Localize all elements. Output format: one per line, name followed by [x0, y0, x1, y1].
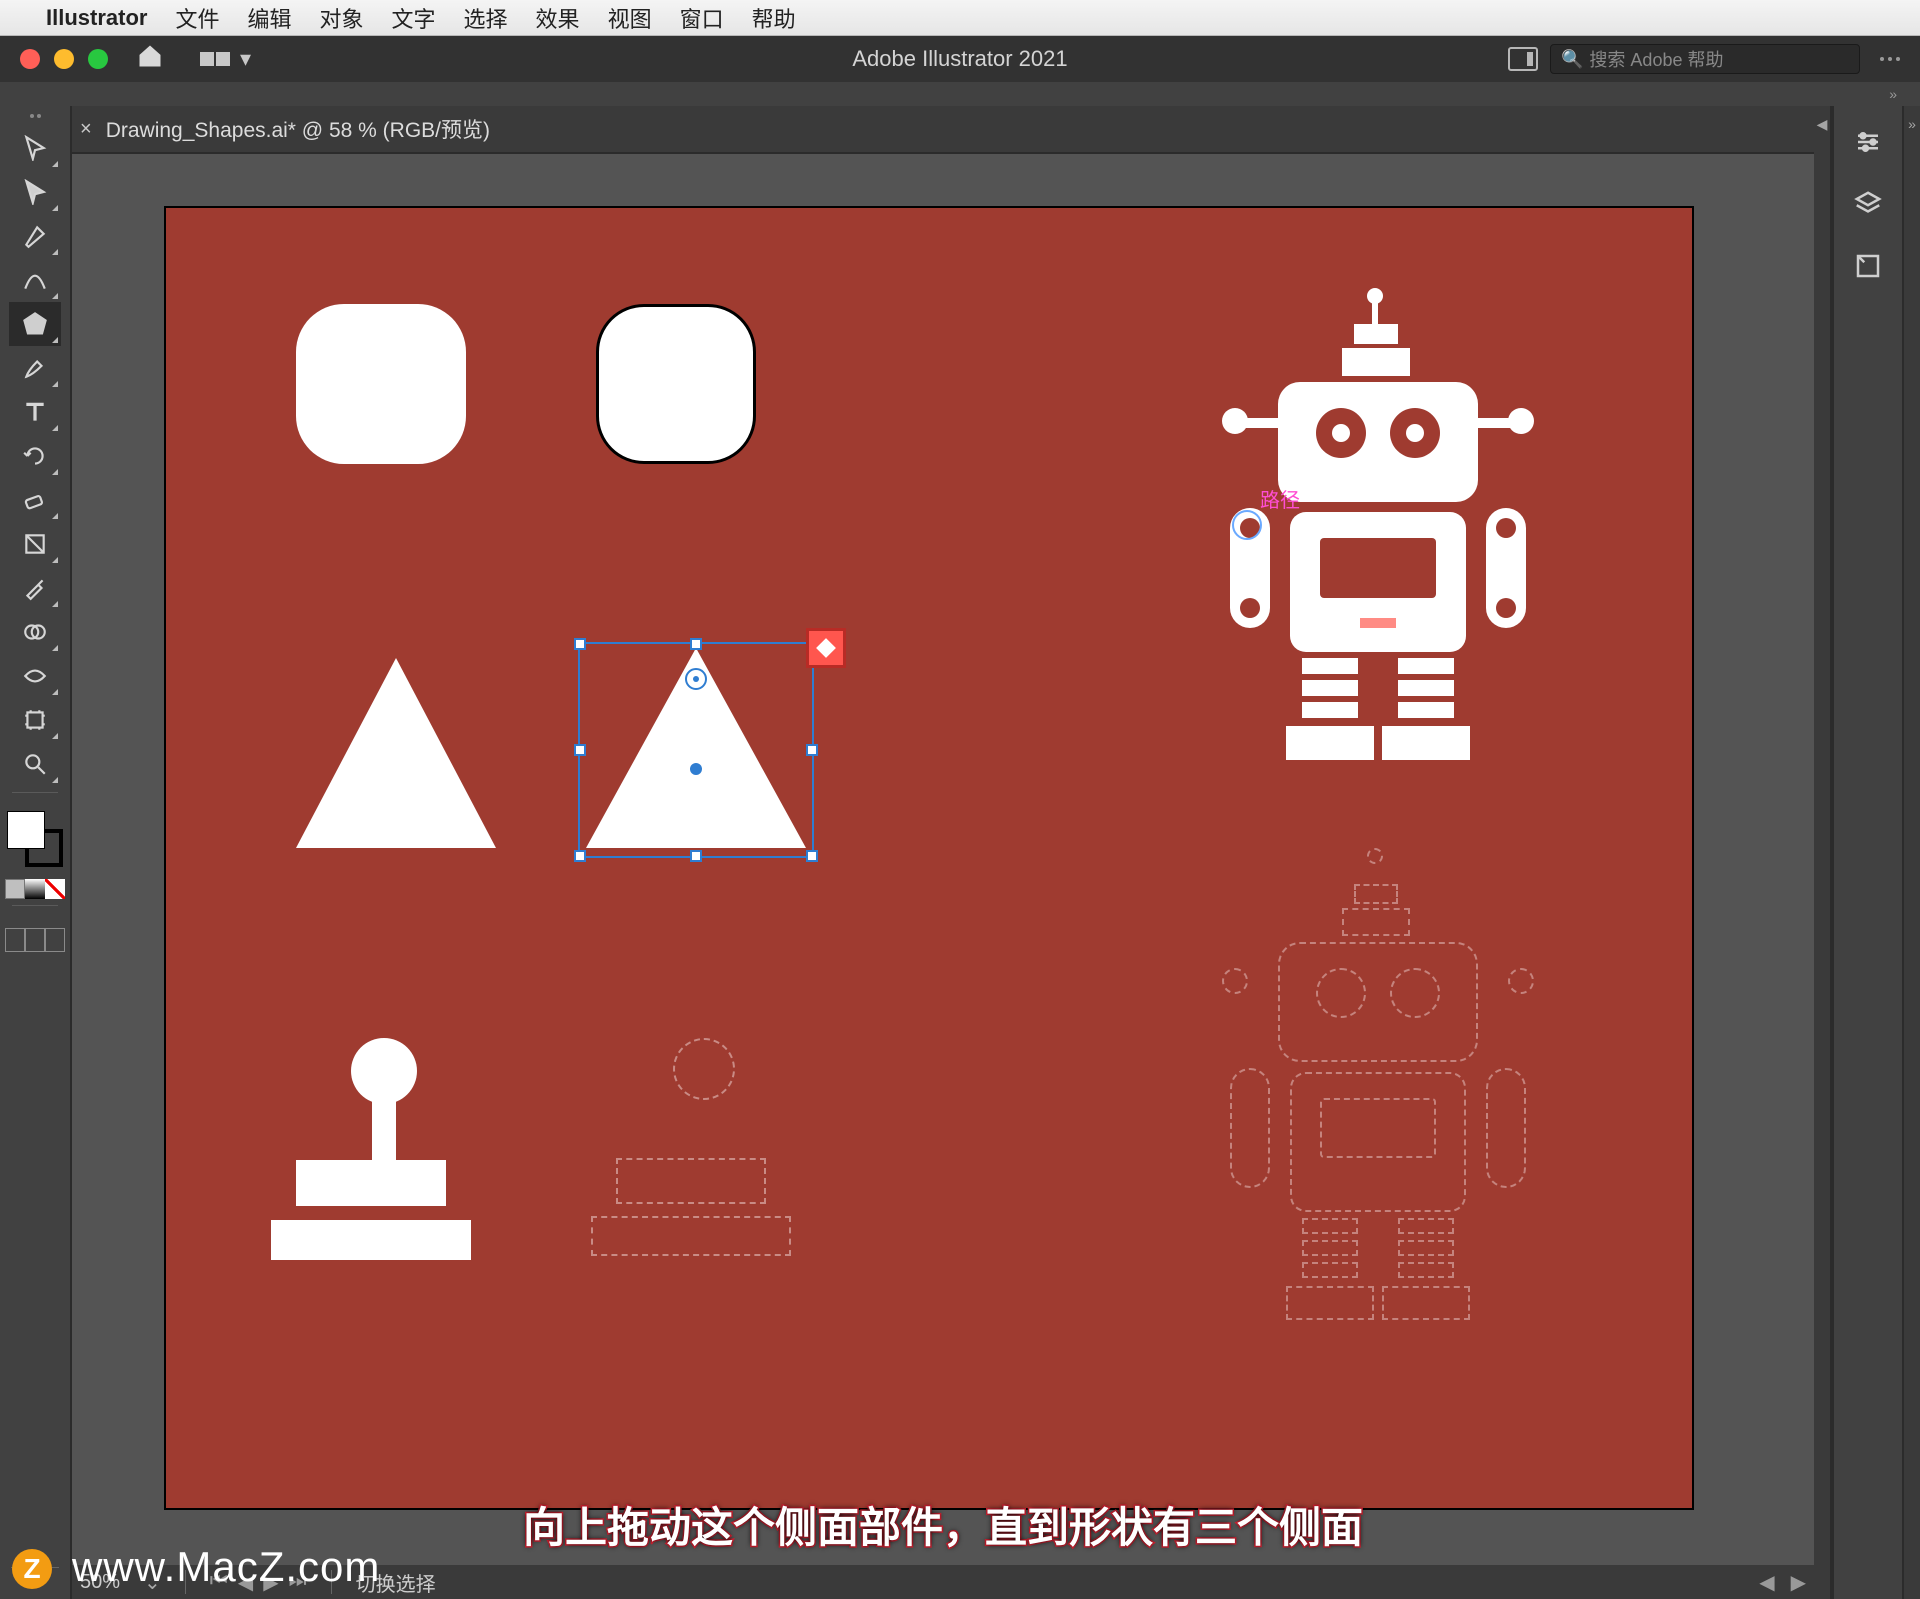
control-bar-overflow-icon[interactable]: » — [1889, 86, 1900, 102]
shape-builder-tool[interactable] — [9, 610, 61, 654]
menu-type[interactable]: 文字 — [392, 2, 436, 34]
artboard-tool[interactable] — [9, 698, 61, 742]
panel-collapse-right[interactable]: » — [1902, 106, 1920, 1599]
zoom-tool[interactable] — [9, 742, 61, 786]
help-search-input[interactable]: 🔍 搜索 Adobe 帮助 — [1550, 44, 1860, 74]
shape-rounded-square-outlined[interactable] — [596, 304, 756, 464]
shape-joystick-white[interactable] — [296, 1038, 471, 1260]
window-controls[interactable] — [20, 49, 108, 69]
app-titlebar: ▾ Adobe Illustrator 2021 🔍 搜索 Adobe 帮助 — [0, 36, 1920, 82]
app-menu[interactable]: Illustrator — [46, 5, 147, 31]
app-title: Adobe Illustrator 2021 — [852, 46, 1067, 72]
selection-bounding-box[interactable] — [578, 642, 814, 858]
menu-edit[interactable]: 编辑 — [247, 2, 291, 34]
eraser-tool[interactable] — [9, 478, 61, 522]
selection-handle-e[interactable] — [806, 744, 818, 756]
right-panel-dock — [1832, 106, 1902, 1599]
paintbrush-tool[interactable] — [9, 346, 61, 390]
pen-tool[interactable] — [9, 214, 61, 258]
type-tool[interactable] — [9, 390, 61, 434]
none-color-mode[interactable] — [45, 879, 65, 899]
watermark-text: www.MacZ.com — [72, 1543, 380, 1591]
workspace-switcher[interactable]: ▾ — [200, 46, 251, 72]
selection-handle-n[interactable] — [690, 638, 702, 650]
zoom-window-button[interactable] — [88, 49, 108, 69]
menu-object[interactable]: 对象 — [320, 2, 364, 34]
canvas[interactable]: 路径 — [72, 154, 1814, 1599]
selection-center-point[interactable] — [690, 763, 702, 775]
corner-radius-widget[interactable] — [685, 668, 707, 690]
mac-menubar[interactable]: Illustrator 文件 编辑 对象 文字 选择 效果 视图 窗口 帮助 — [0, 0, 1920, 36]
smart-guide-anchor-ring — [1232, 510, 1262, 540]
document-tabbar: × Drawing_Shapes.ai* @ 58 % (RGB/预览) — [72, 106, 1814, 154]
selection-handle-se[interactable] — [806, 850, 818, 862]
panel-collapse-left[interactable]: ◀ — [1814, 106, 1832, 1599]
watermark-badge: Z — [12, 1549, 52, 1589]
smart-guide-path-label: 路径 — [1260, 484, 1300, 513]
selection-tool[interactable] — [9, 126, 61, 170]
fill-color-swatch[interactable] — [7, 811, 45, 849]
direct-selection-tool[interactable] — [9, 170, 61, 214]
tutorial-caption: 向上拖动这个侧面部件，直到形状有三个侧面 — [523, 1494, 1363, 1555]
scroll-right-icon[interactable]: ▶ — [1791, 1570, 1806, 1595]
color-mode-row[interactable] — [5, 879, 65, 899]
libraries-panel-icon[interactable] — [1850, 248, 1886, 284]
home-button[interactable] — [136, 42, 164, 76]
selection-handle-s[interactable] — [690, 850, 702, 862]
selection-handle-w[interactable] — [574, 744, 586, 756]
gradient-color-mode[interactable] — [25, 879, 45, 899]
arrange-documents-icon[interactable] — [1508, 47, 1538, 71]
minimize-window-button[interactable] — [54, 49, 74, 69]
menu-window[interactable]: 窗口 — [680, 2, 724, 34]
shape-robot-white[interactable]: 路径 — [1182, 288, 1572, 828]
properties-panel-icon[interactable] — [1850, 124, 1886, 160]
artboard[interactable]: 路径 — [164, 206, 1694, 1510]
search-icon: 🔍 — [1561, 49, 1583, 70]
fill-stroke-swatch[interactable] — [5, 809, 65, 869]
solid-color-mode[interactable] — [5, 879, 25, 899]
eyedropper-tool[interactable] — [9, 566, 61, 610]
help-search-placeholder: 搜索 Adobe 帮助 — [1589, 46, 1723, 72]
scroll-left-icon[interactable]: ◀ — [1759, 1570, 1774, 1595]
panel-drag-handle[interactable] — [30, 114, 41, 118]
rotate-tool[interactable] — [9, 434, 61, 478]
polygon-tool[interactable] — [9, 302, 61, 346]
close-tab-button[interactable]: × — [80, 118, 92, 141]
gradient-tool[interactable] — [9, 522, 61, 566]
width-tool[interactable] — [9, 654, 61, 698]
menu-effect[interactable]: 效果 — [536, 2, 580, 34]
layers-panel-icon[interactable] — [1850, 186, 1886, 222]
shape-robot-dashed[interactable] — [1182, 848, 1572, 1388]
polygon-side-count-widget[interactable] — [806, 628, 846, 668]
titlebar-overflow-icon[interactable] — [1880, 57, 1900, 61]
shape-joystick-dashed[interactable] — [616, 1038, 791, 1256]
control-bar: » — [0, 82, 1920, 106]
menu-help[interactable]: 帮助 — [752, 2, 796, 34]
document-tab[interactable]: Drawing_Shapes.ai* @ 58 % (RGB/预览) — [106, 114, 490, 144]
shape-triangle-white[interactable] — [296, 658, 496, 848]
close-window-button[interactable] — [20, 49, 40, 69]
selection-handle-nw[interactable] — [574, 638, 586, 650]
menu-view[interactable]: 视图 — [608, 2, 652, 34]
tools-panel — [0, 106, 72, 1599]
menu-file[interactable]: 文件 — [175, 2, 219, 34]
shape-rounded-square-white[interactable] — [296, 304, 466, 464]
selected-polygon-group[interactable] — [576, 638, 816, 858]
drawing-mode-buttons[interactable] — [5, 928, 65, 952]
curvature-tool[interactable] — [9, 258, 61, 302]
menu-select[interactable]: 选择 — [464, 2, 508, 34]
selection-handle-sw[interactable] — [574, 850, 586, 862]
